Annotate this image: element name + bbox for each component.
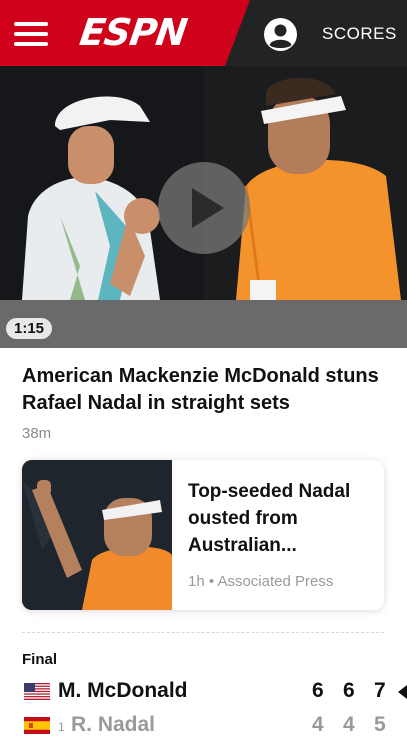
spain-flag-icon bbox=[24, 717, 50, 734]
set-score: 5 bbox=[374, 713, 386, 736]
lead-story-timestamp: 38m bbox=[22, 425, 52, 442]
story-card[interactable]: Top-seeded Nadal ousted from Australian.… bbox=[22, 460, 384, 610]
section-divider bbox=[22, 632, 384, 633]
set-score: 4 bbox=[312, 713, 324, 736]
scoreboard-row-player-2[interactable]: 1 R. Nadal 445 bbox=[22, 711, 407, 741]
play-icon[interactable] bbox=[158, 162, 250, 254]
match-status: Final bbox=[22, 651, 58, 668]
logo-text: ESPN bbox=[77, 11, 190, 54]
video-footer-strip bbox=[0, 300, 407, 348]
set-score: 6 bbox=[312, 679, 324, 702]
user-profile-icon[interactable] bbox=[264, 18, 297, 51]
top-nav-bar: ESPN SCORES bbox=[0, 0, 407, 66]
story-card-title: Top-seeded Nadal ousted from Australian.… bbox=[188, 481, 351, 556]
espn-logo[interactable]: ESPN bbox=[77, 11, 202, 54]
story-card-meta: 1h • Associated Press bbox=[188, 573, 334, 590]
video-player[interactable]: 1:15 bbox=[0, 66, 407, 348]
set-score: 6 bbox=[343, 679, 355, 702]
winner-indicator-icon bbox=[398, 685, 407, 699]
scoreboard-row-player-1[interactable]: M. McDonald 667 bbox=[22, 677, 407, 707]
player-name: R. Nadal bbox=[71, 713, 156, 736]
story-card-thumbnail bbox=[22, 460, 172, 610]
set-score: 4 bbox=[343, 713, 355, 736]
player-name: M. McDonald bbox=[58, 679, 188, 702]
hamburger-menu-icon[interactable] bbox=[14, 22, 48, 46]
player-set-scores: 667 bbox=[312, 679, 405, 703]
lead-story-headline[interactable]: American Mackenzie McDonald stuns Rafael… bbox=[22, 363, 392, 417]
video-duration-badge: 1:15 bbox=[6, 318, 53, 339]
scores-link[interactable]: SCORES bbox=[322, 24, 397, 44]
usa-flag-icon bbox=[24, 683, 50, 700]
player-seed: 1 bbox=[58, 720, 65, 734]
player-set-scores: 445 bbox=[312, 713, 405, 737]
